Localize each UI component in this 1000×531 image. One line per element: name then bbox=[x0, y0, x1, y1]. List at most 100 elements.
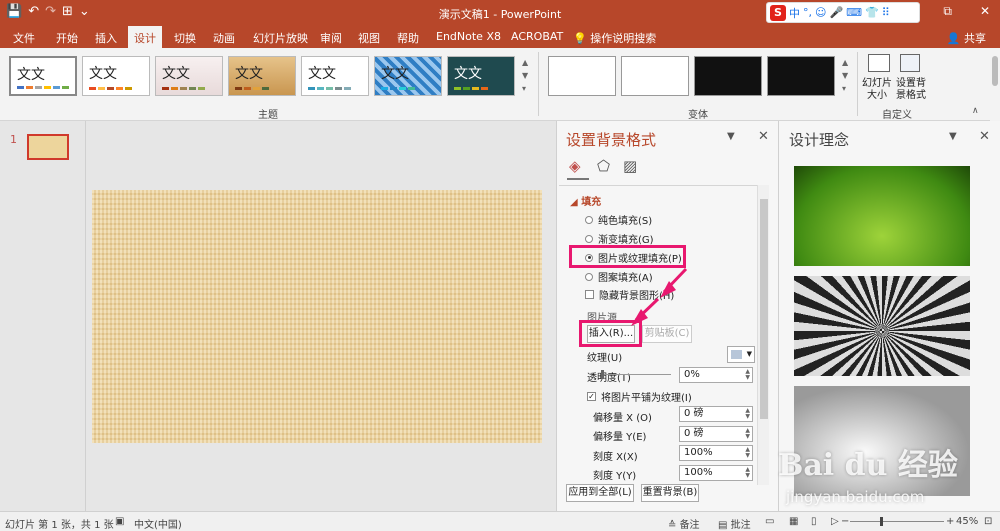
ribbon-tabs: 文件 开始 插入 设计 切换 动画 幻灯片放映 审阅 视图 帮助 EndNote… bbox=[0, 26, 1000, 48]
group-label-variants: 变体 bbox=[688, 110, 708, 121]
transparency-field[interactable]: 0% ▲ ▼ bbox=[679, 367, 753, 383]
offset-x-field[interactable]: 0 磅 ▲ ▼ bbox=[679, 406, 753, 422]
tab-design[interactable]: 设计 bbox=[128, 26, 162, 48]
design-idea-thumbnail[interactable] bbox=[794, 166, 970, 266]
slide-size-button[interactable]: 幻灯片 大小 bbox=[862, 78, 892, 102]
theme-6[interactable]: 文文 bbox=[374, 56, 442, 96]
spinner-icon[interactable]: ▲ ▼ bbox=[745, 369, 750, 381]
comments-button[interactable]: ▤ 批注 bbox=[718, 516, 751, 531]
apply-to-all-button[interactable]: 应用到全部(L) bbox=[566, 484, 634, 502]
tab-review[interactable]: 审阅 bbox=[320, 30, 342, 46]
picture-icon[interactable]: ▨ bbox=[623, 157, 637, 175]
fill-section-header[interactable]: ◢ 填充 bbox=[570, 193, 601, 208]
zoom-slider[interactable] bbox=[850, 517, 944, 526]
skin-icon[interactable]: 👕 bbox=[865, 6, 879, 19]
accessibility-icon[interactable]: ▣ bbox=[115, 516, 124, 527]
tab-file[interactable]: 文件 bbox=[13, 30, 35, 46]
mic-icon[interactable]: 🎤 bbox=[829, 6, 843, 19]
slide-canvas[interactable] bbox=[92, 190, 542, 443]
theme-3[interactable]: 文文 bbox=[155, 56, 223, 96]
effects-pentagon-icon[interactable]: ⬠ bbox=[597, 157, 610, 175]
pane-scrollbar[interactable] bbox=[757, 185, 769, 485]
separator bbox=[857, 52, 858, 116]
radio-pattern-fill[interactable] bbox=[585, 272, 593, 281]
theme-4[interactable]: 文文 bbox=[228, 56, 296, 96]
ime-item[interactable]: °, bbox=[803, 6, 812, 19]
fit-slide-icon[interactable]: ⊡ bbox=[984, 516, 992, 527]
pane-options-icon[interactable]: ▼ bbox=[727, 131, 735, 142]
slide-sorter-icon[interactable]: ▦ bbox=[789, 516, 798, 527]
grid-icon[interactable]: ⠿ bbox=[882, 6, 890, 19]
variant-2[interactable] bbox=[621, 56, 689, 96]
tab-transitions[interactable]: 切换 bbox=[174, 30, 196, 46]
clipboard-button[interactable]: 剪贴板(C) bbox=[642, 325, 692, 343]
close-icon[interactable]: ✕ bbox=[979, 129, 990, 144]
restore-icon[interactable]: ⧉ bbox=[943, 4, 952, 19]
option-pattern-fill[interactable]: 图案填充(A) bbox=[585, 269, 653, 284]
tab-animations[interactable]: 动画 bbox=[213, 30, 235, 46]
variant-4[interactable] bbox=[767, 56, 835, 96]
tab-acrobat[interactable]: ACROBAT bbox=[511, 30, 563, 43]
variant-1[interactable] bbox=[548, 56, 616, 96]
spinner-icon[interactable]: ▲ ▼ bbox=[745, 428, 750, 440]
pane-scroll-thumb[interactable] bbox=[760, 199, 768, 419]
tab-home[interactable]: 开始 bbox=[56, 30, 78, 46]
close-icon[interactable]: ✕ bbox=[980, 4, 990, 19]
zoom-in-icon[interactable]: + bbox=[946, 516, 954, 527]
spinner-icon[interactable]: ▲ ▼ bbox=[745, 408, 750, 420]
slide-thumbnail[interactable] bbox=[27, 134, 69, 160]
checkbox-hide-background[interactable] bbox=[585, 290, 594, 299]
option-hide-background[interactable]: 隐藏背景图形(H) bbox=[585, 287, 674, 302]
tab-insert[interactable]: 插入 bbox=[95, 30, 117, 46]
radio-gradient-fill[interactable] bbox=[585, 234, 593, 243]
slideshow-icon[interactable]: ▷ bbox=[831, 516, 839, 527]
theme-5[interactable]: 文文 bbox=[301, 56, 369, 96]
radio-solid-fill[interactable] bbox=[585, 215, 593, 224]
zoom-slider-knob[interactable] bbox=[880, 517, 883, 526]
pane-options-icon[interactable]: ▼ bbox=[949, 131, 957, 142]
offset-y-field[interactable]: 0 磅 ▲ ▼ bbox=[679, 426, 753, 442]
format-background-button[interactable]: 设置背 景格式 bbox=[896, 78, 926, 102]
language-indicator[interactable]: 中文(中国) bbox=[134, 516, 182, 531]
tell-me-search[interactable]: 💡 操作说明搜索 bbox=[573, 30, 656, 46]
theme-7[interactable]: 文文 bbox=[447, 56, 515, 96]
keyboard-icon[interactable]: ⌨ bbox=[846, 6, 862, 19]
zoom-level[interactable]: 45% bbox=[956, 516, 978, 527]
theme-office[interactable]: 文文 bbox=[9, 56, 77, 96]
scale-x-field[interactable]: 100% ▲ ▼ bbox=[679, 445, 753, 461]
share-button[interactable]: 👤 共享 bbox=[947, 30, 986, 46]
normal-view-icon[interactable]: ▭ bbox=[765, 516, 774, 527]
spinner-icon[interactable]: ▲ ▼ bbox=[745, 467, 750, 479]
spinner-icon[interactable]: ▲ ▼ bbox=[745, 447, 750, 459]
ribbon-scrollbar[interactable] bbox=[990, 48, 1000, 121]
zoom-out-icon[interactable]: − bbox=[841, 516, 849, 527]
collapse-ribbon-icon[interactable]: ∧ bbox=[972, 106, 979, 116]
close-icon[interactable]: ✕ bbox=[758, 129, 769, 144]
notes-button[interactable]: ≙ 备注 bbox=[668, 516, 700, 531]
scale-y-field[interactable]: 100% ▲ ▼ bbox=[679, 465, 753, 481]
option-gradient-fill[interactable]: 渐变填充(G) bbox=[585, 231, 654, 246]
variant-3[interactable] bbox=[694, 56, 762, 96]
tab-help[interactable]: 帮助 bbox=[397, 30, 419, 46]
transparency-slider[interactable] bbox=[601, 370, 671, 379]
option-solid-fill[interactable]: 纯色填充(S) bbox=[585, 212, 652, 227]
texture-picker[interactable]: ▼ bbox=[727, 346, 755, 363]
theme-gallery-more-icon[interactable]: ▲ ▼ ▾ bbox=[522, 56, 528, 95]
tab-endnote[interactable]: EndNote X8 bbox=[436, 30, 501, 43]
option-tile-texture[interactable]: ✓ 将图片平铺为纹理(I) bbox=[587, 389, 692, 404]
fill-bucket-icon[interactable]: ◈ bbox=[569, 157, 581, 175]
ime-mode[interactable]: 中 bbox=[789, 5, 800, 21]
theme-2[interactable]: 文文 bbox=[82, 56, 150, 96]
variant-gallery-more-icon[interactable]: ▲ ▼ ▾ bbox=[842, 56, 848, 95]
sogou-logo-icon[interactable]: S bbox=[770, 4, 786, 21]
scale-y-label: 刻度 Y(Y) bbox=[593, 471, 637, 482]
design-idea-thumbnail[interactable] bbox=[794, 276, 970, 376]
tab-view[interactable]: 视图 bbox=[358, 30, 380, 46]
slider-knob[interactable] bbox=[601, 370, 604, 379]
tab-slideshow[interactable]: 幻灯片放映 bbox=[253, 30, 308, 46]
reset-background-button[interactable]: 重置背景(B) bbox=[641, 484, 699, 502]
slide-thumbnails-pane: 1 bbox=[0, 121, 86, 511]
emoji-icon[interactable]: ☺ bbox=[815, 6, 826, 19]
checkbox-tile-texture[interactable]: ✓ bbox=[587, 392, 596, 401]
reading-view-icon[interactable]: ▯ bbox=[811, 516, 817, 527]
